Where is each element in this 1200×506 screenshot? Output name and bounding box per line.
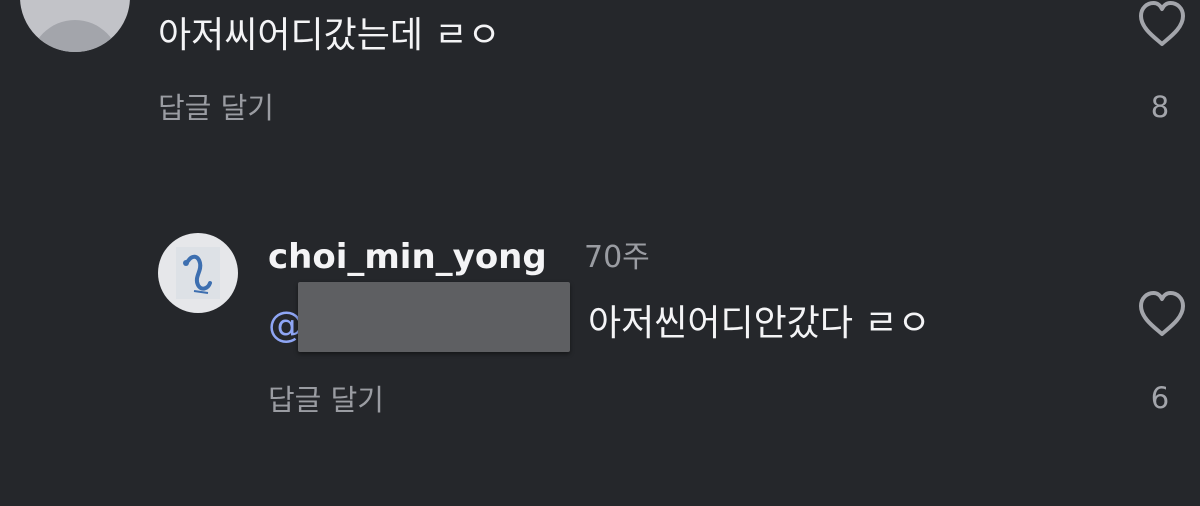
profile-picture <box>176 247 220 299</box>
reply-button[interactable]: 답글 달기 <box>158 90 274 126</box>
heart-outline-icon[interactable] <box>1136 290 1188 338</box>
timestamp: 70주 <box>584 240 650 275</box>
reply-button[interactable]: 답글 달기 <box>268 382 384 418</box>
username[interactable]: choi_min_yong <box>268 236 547 278</box>
default-avatar-icon[interactable] <box>20 0 130 52</box>
avatar-silhouette <box>30 20 120 52</box>
avatar[interactable] <box>158 233 238 313</box>
reply-comment-text: 아저씬어디안갔다 ㄹㅇ <box>588 303 931 344</box>
heart-outline-icon[interactable] <box>1136 0 1188 48</box>
like-count: 8 <box>1150 90 1170 124</box>
comment-text: 아저씨어디갔는데 ㄹㅇ <box>158 15 501 56</box>
redacted-mention <box>298 282 570 352</box>
like-count: 6 <box>1150 381 1170 415</box>
comments-section: 아저씨어디갔는데 ㄹㅇ 답글 달기 8 choi_min_yong 70주 @ … <box>0 0 1200 506</box>
